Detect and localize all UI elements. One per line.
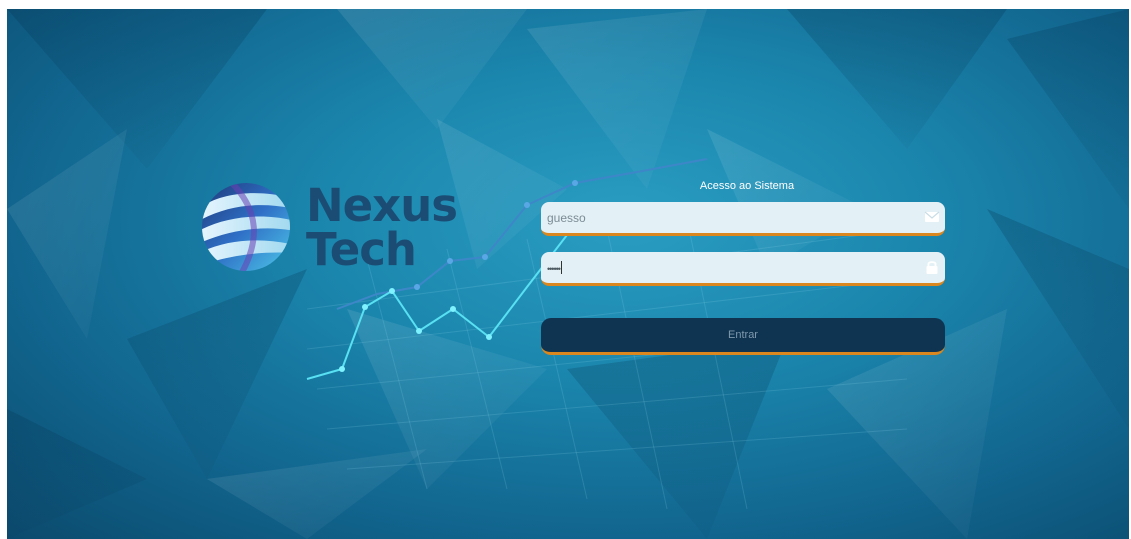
login-title: Acesso ao Sistema [699,180,795,192]
lock-icon [926,261,938,274]
password-field[interactable]: •••••• [541,252,945,286]
login-button[interactable]: Entrar [541,318,945,355]
envelope-icon [924,211,940,222]
login-screen: Nexus Tech Acesso ao Sistema guesso ••••… [7,9,1129,539]
brand-name-line2: Tech [306,223,417,276]
brand-name-line1: Nexus [306,179,458,232]
password-value: •••••• [547,261,562,276]
username-value: guesso [547,211,586,225]
globe-logo-icon [202,183,290,271]
nexus-tech-logo: Nexus Tech [200,181,460,281]
username-field[interactable]: guesso [541,202,945,236]
text-cursor [560,261,562,274]
